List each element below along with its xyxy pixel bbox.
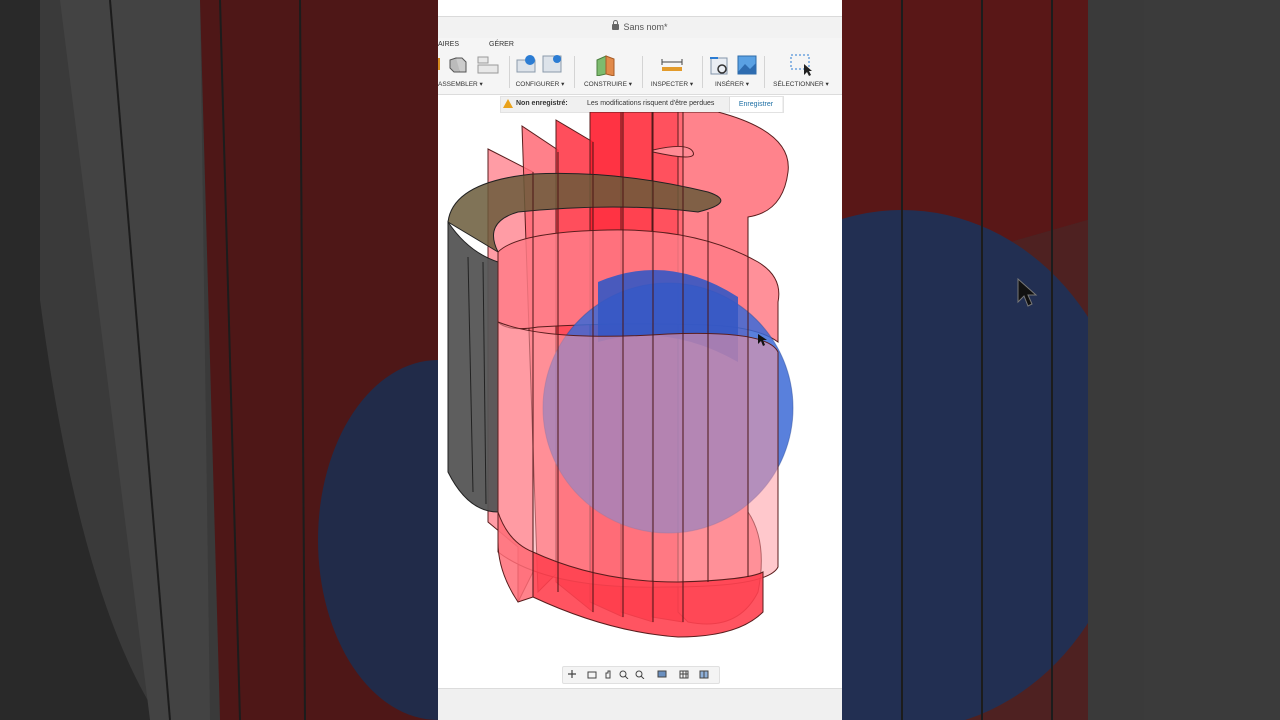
model-render bbox=[447, 111, 794, 638]
background-blur-right bbox=[842, 0, 1280, 720]
notice-message: Les modifications risquent d'être perdue… bbox=[587, 100, 715, 107]
ribbon-separator bbox=[574, 56, 575, 88]
background-blur-left bbox=[0, 0, 438, 720]
configure-icon bbox=[516, 55, 562, 73]
canvas-viewport[interactable] bbox=[438, 111, 842, 687]
group-configurer[interactable]: CONFIGURER ▾ bbox=[512, 52, 568, 92]
toolbar-ribbon: AIRES GÉRER ASSEMBLER ▾ CONFIGURER ▾ CON… bbox=[438, 38, 842, 95]
group-inserer[interactable]: INSÉRER ▾ bbox=[706, 52, 758, 92]
tab-utilitaires[interactable]: AIRES bbox=[438, 41, 459, 48]
warning-icon bbox=[503, 99, 513, 108]
construct-plane-icon bbox=[596, 55, 615, 76]
orbit-icon[interactable] bbox=[567, 670, 577, 679]
app-window: Sans nom* AIRES GÉRER ASSEMBLER ▾ CONFIG… bbox=[438, 0, 842, 720]
document-title: Sans nom* bbox=[438, 20, 842, 32]
ribbon-separator bbox=[764, 56, 765, 88]
group-inspecter[interactable]: INSPECTER ▾ bbox=[646, 52, 698, 92]
zoom-window-icon[interactable] bbox=[619, 670, 629, 679]
title-bar: Sans nom* bbox=[438, 16, 842, 39]
measure-icon bbox=[661, 59, 683, 71]
look-at-icon[interactable] bbox=[587, 670, 597, 679]
notice-title: Non enregistré: bbox=[516, 100, 568, 107]
unsaved-notice: Non enregistré: Les modifications risque… bbox=[500, 96, 784, 113]
group-construire[interactable]: CONSTRUIRE ▾ bbox=[580, 52, 636, 92]
status-bar bbox=[438, 688, 842, 720]
display-settings-icon[interactable] bbox=[657, 670, 667, 679]
ribbon-separator bbox=[509, 56, 510, 88]
group-assembler[interactable]: ASSEMBLER ▾ bbox=[438, 52, 502, 92]
pan-icon[interactable] bbox=[603, 670, 613, 679]
insert-icon bbox=[710, 55, 757, 75]
save-button[interactable]: Enregistrer bbox=[729, 97, 782, 112]
mouse-cursor-icon bbox=[1017, 278, 1038, 307]
ribbon-separator bbox=[702, 56, 703, 88]
assemble-icon bbox=[438, 56, 499, 74]
select-icon bbox=[790, 54, 812, 76]
zoom-icon[interactable] bbox=[635, 670, 645, 679]
navigation-bar bbox=[562, 666, 720, 684]
ribbon-separator bbox=[642, 56, 643, 88]
viewports-icon[interactable] bbox=[699, 670, 709, 679]
group-selectionner[interactable]: SÉLECTIONNER ▾ bbox=[768, 52, 834, 92]
lock-icon bbox=[612, 20, 620, 30]
tab-gerer[interactable]: GÉRER bbox=[489, 41, 514, 48]
grid-icon[interactable] bbox=[679, 670, 689, 679]
